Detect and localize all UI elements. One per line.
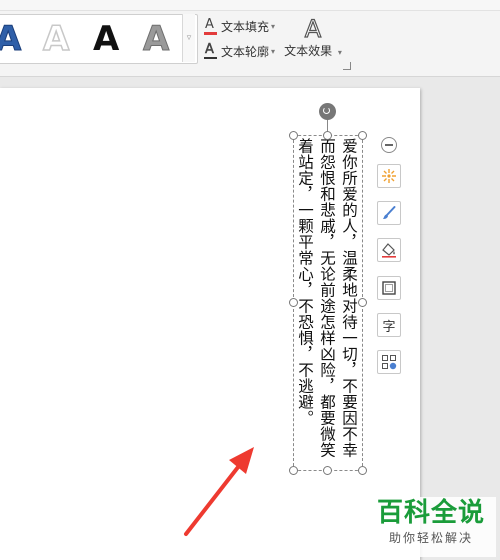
border-icon [382, 281, 396, 295]
resize-handle-bottom-right[interactable] [358, 466, 367, 475]
text-wrap-button[interactable]: 字 [377, 313, 401, 337]
vertical-text-box[interactable]: 爱你所爱的人，温柔地对待一切，不要因不幸而怨恨和悲戚，无论前途怎样凶险，都要微笑… [293, 135, 363, 471]
watermark-subtitle: 助你轻松解决 [388, 531, 473, 545]
paint-bucket-icon [382, 243, 396, 258]
rotate-handle-icon[interactable] [319, 103, 336, 120]
text-fill-icon: A [204, 17, 218, 35]
brush-icon [383, 206, 396, 219]
resize-handle-right[interactable] [358, 298, 367, 307]
resize-handle-bottom-left[interactable] [289, 466, 298, 475]
text-fill-label: 文本填充 [221, 20, 270, 34]
layout-options-button[interactable] [377, 350, 401, 374]
wordart-style-gallery[interactable]: A A A A [0, 14, 198, 64]
text-outline-icon: A [204, 41, 218, 60]
chevron-down-icon: ▾ [271, 22, 276, 31]
chevron-down-icon: ▾ [271, 47, 276, 56]
shape-fill-button[interactable] [377, 238, 401, 262]
resize-handle-bottom[interactable] [323, 466, 332, 475]
text-fill-button[interactable]: A 文本填充 ▾ [204, 17, 276, 35]
watermark-title: 百科全说 [376, 498, 485, 528]
gallery-more-button[interactable]: ▿ [182, 14, 195, 62]
wordart-style-white-outline[interactable]: A [42, 20, 70, 58]
wordart-style-black[interactable]: A [93, 21, 119, 57]
text-wrap-icon: 字 [382, 319, 396, 335]
wordart-style-gray[interactable]: A [142, 21, 169, 58]
ribbon: A A A A ▿ A 文本填充 ▾ A 文本轮廓 ▾ A 文本效果 ▾ [0, 0, 500, 77]
resize-handle-left[interactable] [289, 298, 298, 307]
text-effect-icon: A [304, 15, 322, 43]
text-box-content[interactable]: 爱你所爱的人，温柔地对待一切，不要因不幸而怨恨和悲戚，无论前途怎样凶险，都要微笑… [294, 136, 362, 470]
ribbon-tab-strip [0, 0, 500, 11]
shape-effect-button[interactable] [377, 164, 401, 188]
format-painter-button[interactable] [377, 201, 401, 225]
resize-handle-top-left[interactable] [289, 131, 298, 140]
shape-outline-button[interactable] [377, 276, 401, 300]
wordart-style-blue[interactable]: A [0, 21, 22, 58]
watermark-logo: 百科全说 助你轻松解决 [366, 497, 496, 557]
text-outline-label: 文本轮廓 [221, 45, 270, 59]
chevron-down-icon: ▾ [337, 48, 342, 57]
text-effect-label: 文本效果 [284, 44, 333, 58]
text-outline-button[interactable]: A 文本轮廓 ▾ [204, 41, 276, 60]
resize-handle-top[interactable] [323, 131, 332, 140]
collapse-toolbar-icon[interactable] [381, 137, 397, 153]
dialog-launcher-icon[interactable] [343, 62, 351, 70]
sparkle-icon [382, 169, 396, 183]
layout-grid-icon [382, 355, 397, 370]
resize-handle-top-right[interactable] [358, 131, 367, 140]
text-effect-button[interactable]: A 文本效果 ▾ [284, 15, 342, 64]
